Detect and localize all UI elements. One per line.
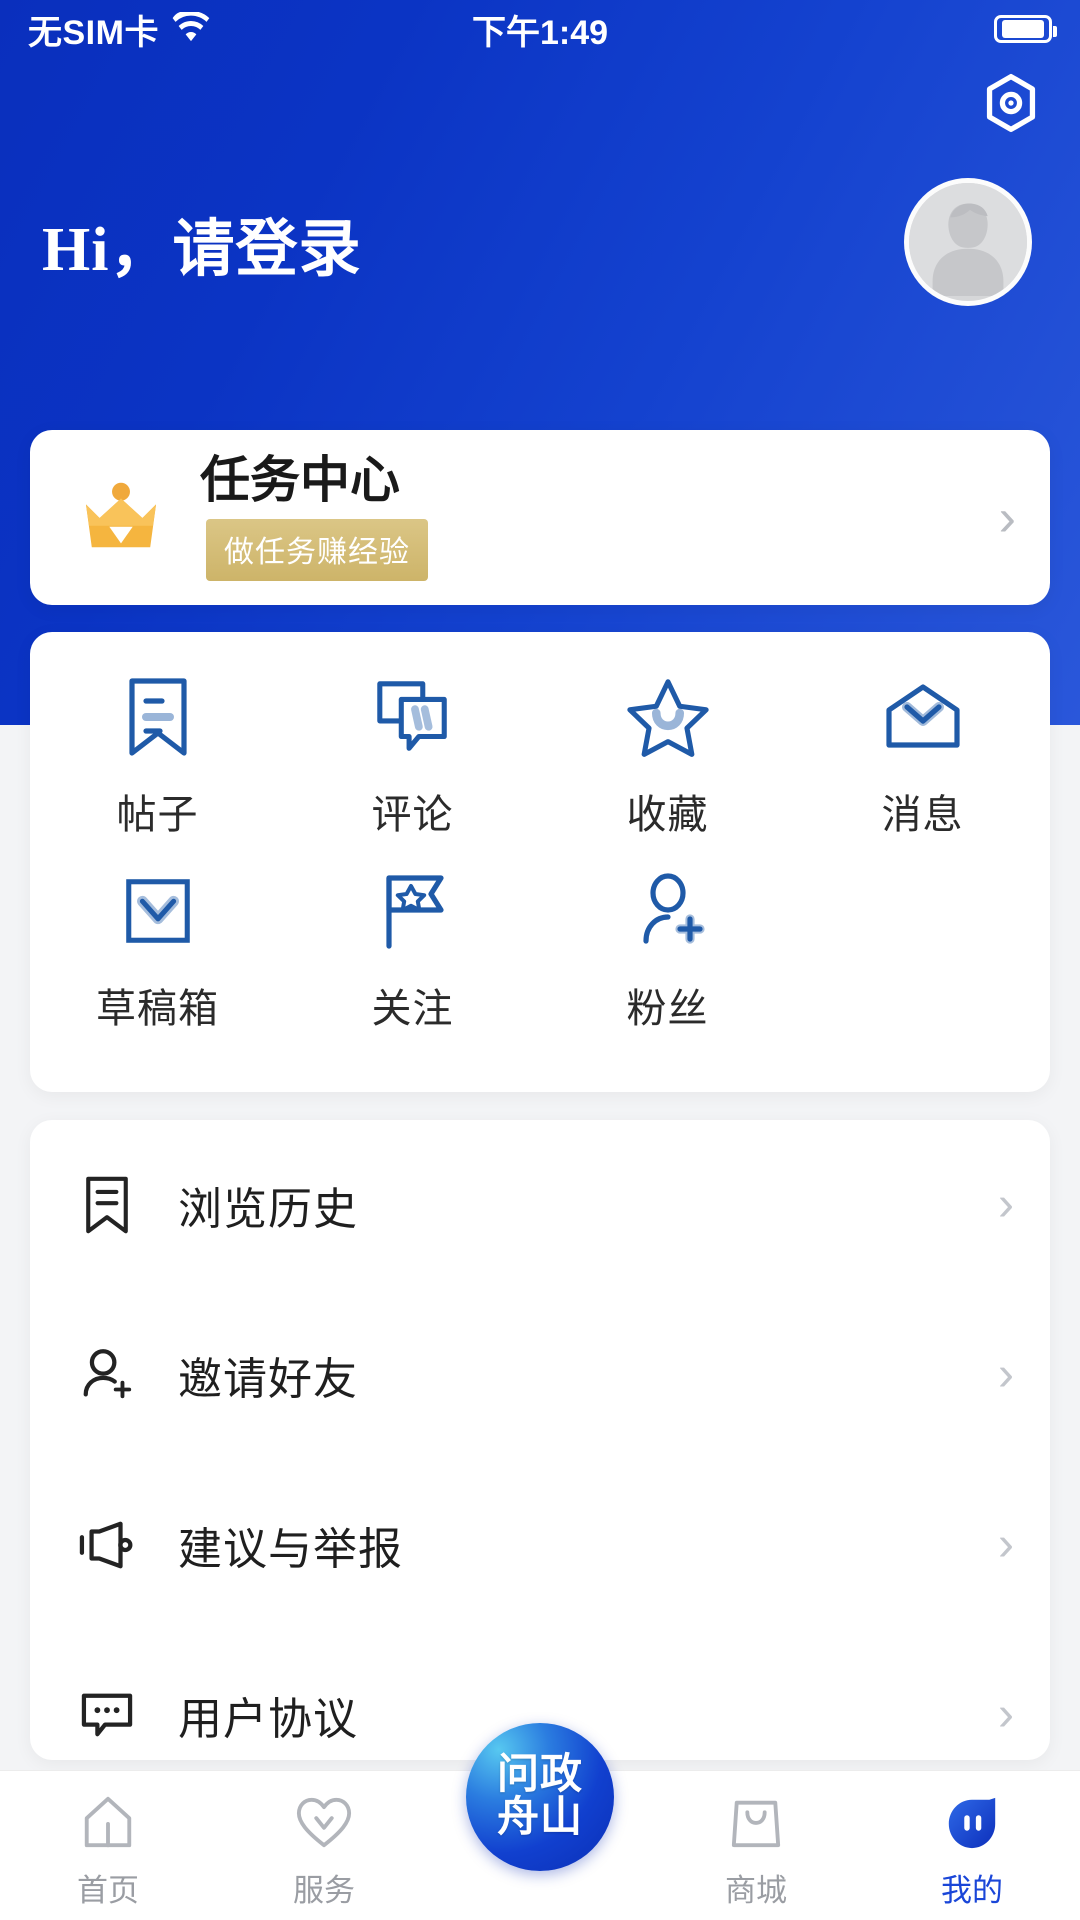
follower-person-add-icon bbox=[628, 868, 708, 954]
default-avatar-icon bbox=[909, 183, 1027, 301]
post-bookmark-icon bbox=[120, 674, 196, 760]
list-item-label: 用户协议 bbox=[178, 1695, 358, 1744]
crown-icon bbox=[78, 481, 164, 555]
bottom-tab-bar: 首页 服务 问政 舟山 商城 我的 bbox=[0, 1723, 1080, 1920]
heart-service-icon bbox=[295, 1791, 353, 1853]
flag-following-icon bbox=[373, 868, 453, 954]
grid-item-following[interactable]: 关注 bbox=[285, 868, 540, 1034]
invite-person-add-icon bbox=[78, 1346, 136, 1404]
tab-label: 首页 bbox=[77, 1873, 139, 1908]
grid-label: 帖子 bbox=[116, 792, 199, 837]
logo-line-2: 舟山 bbox=[496, 1795, 583, 1841]
logo-line-1: 问政 bbox=[496, 1752, 583, 1799]
list-item-history[interactable]: 浏览历史 › bbox=[30, 1120, 1050, 1290]
app-screen: 无SIM卡 下午1:49 Hi，请登录 任务中心 做任务赚经验 › 帖子 评论 … bbox=[0, 0, 1080, 1920]
tab-label: 服务 bbox=[293, 1873, 355, 1908]
chevron-right-icon: › bbox=[998, 1688, 1014, 1741]
grid-item-messages[interactable]: 消息 bbox=[795, 674, 1050, 840]
status-bar-right bbox=[994, 15, 1057, 43]
carrier-label: 无SIM卡 bbox=[28, 13, 159, 52]
chevron-right-icon: › bbox=[998, 1518, 1014, 1571]
tab-services[interactable]: 服务 bbox=[216, 1771, 432, 1910]
comment-bubbles-icon bbox=[372, 674, 454, 760]
list-item-label: 邀请好友 bbox=[178, 1355, 358, 1404]
app-logo[interactable]: 问政 舟山 bbox=[466, 1723, 614, 1871]
tab-profile[interactable]: 我的 bbox=[864, 1771, 1080, 1910]
grid-item-posts[interactable]: 帖子 bbox=[30, 674, 285, 840]
avatar[interactable] bbox=[904, 178, 1032, 306]
tab-mall[interactable]: 商城 bbox=[648, 1771, 864, 1910]
star-favorite-icon bbox=[625, 674, 711, 760]
agreement-bubble-icon bbox=[78, 1690, 136, 1740]
chevron-right-icon: › bbox=[998, 1178, 1014, 1231]
grid-item-comments[interactable]: 评论 bbox=[285, 674, 540, 840]
history-bookmark-icon bbox=[78, 1175, 136, 1235]
task-center-text: 任务中心 做任务赚经验 bbox=[200, 455, 987, 581]
grid-item-drafts[interactable]: 草稿箱 bbox=[30, 868, 285, 1034]
quick-actions-grid: 帖子 评论 收藏 消息 草稿箱 关注 粉丝 bbox=[30, 632, 1050, 1092]
envelope-message-icon bbox=[881, 674, 965, 760]
battery-icon bbox=[994, 15, 1057, 43]
page-title: Hi，请登录 bbox=[42, 216, 362, 284]
profile-droplet-icon bbox=[943, 1791, 1001, 1853]
settings-list: 浏览历史 › 邀请好友 › 建议与举报 › 用户协议 › bbox=[30, 1120, 1050, 1760]
wifi-icon bbox=[171, 10, 211, 47]
grid-label: 收藏 bbox=[626, 792, 709, 837]
megaphone-report-icon bbox=[78, 1518, 136, 1572]
grid-label: 关注 bbox=[371, 986, 454, 1031]
status-bar-left: 无SIM卡 bbox=[28, 5, 211, 54]
grid-label: 粉丝 bbox=[626, 986, 709, 1031]
task-center-badge: 做任务赚经验 bbox=[206, 518, 428, 581]
shopping-bag-icon bbox=[729, 1791, 783, 1853]
tab-wenzheng-zhoushan[interactable]: 问政 舟山 bbox=[432, 1723, 648, 1871]
grid-row-2: 草稿箱 关注 粉丝 bbox=[30, 868, 1050, 1034]
tab-label: 我的 bbox=[941, 1873, 1003, 1908]
grid-label: 评论 bbox=[371, 792, 454, 837]
list-item-label: 浏览历史 bbox=[178, 1185, 358, 1234]
grid-label: 消息 bbox=[881, 792, 964, 837]
chevron-right-icon: › bbox=[998, 488, 1016, 547]
tab-label: 商城 bbox=[725, 1873, 787, 1908]
header-background bbox=[0, 0, 1080, 725]
tab-home[interactable]: 首页 bbox=[0, 1771, 216, 1910]
status-bar: 无SIM卡 下午1:49 bbox=[0, 0, 1080, 58]
grid-row-1: 帖子 评论 收藏 消息 bbox=[30, 674, 1050, 840]
list-item-invite[interactable]: 邀请好友 › bbox=[30, 1290, 1050, 1460]
settings-hexagon-icon bbox=[978, 70, 1044, 141]
grid-item-followers[interactable]: 粉丝 bbox=[540, 868, 795, 1034]
list-item-feedback[interactable]: 建议与举报 › bbox=[30, 1460, 1050, 1630]
chevron-right-icon: › bbox=[998, 1348, 1014, 1401]
home-icon bbox=[79, 1791, 137, 1853]
grid-label: 草稿箱 bbox=[96, 986, 219, 1031]
task-center-title: 任务中心 bbox=[200, 451, 400, 508]
task-center-card[interactable]: 任务中心 做任务赚经验 › bbox=[30, 430, 1050, 605]
settings-button[interactable] bbox=[974, 68, 1048, 142]
grid-item-favorites[interactable]: 收藏 bbox=[540, 674, 795, 840]
list-item-label: 建议与举报 bbox=[178, 1525, 403, 1574]
draft-box-icon bbox=[119, 868, 197, 954]
grid-item-empty bbox=[795, 868, 1050, 1034]
